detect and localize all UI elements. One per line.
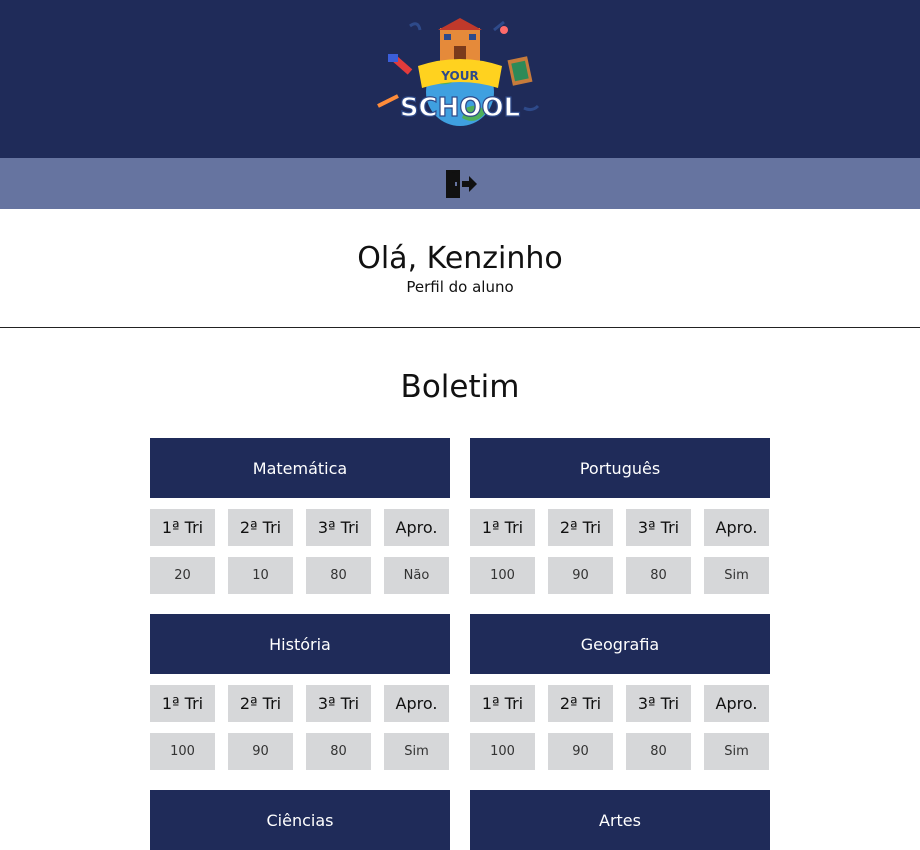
report-title: Boletim (400, 369, 520, 405)
grade-value: 90 (548, 557, 613, 594)
subject-name: Geografia (470, 614, 770, 674)
subject-name: Artes (470, 790, 770, 850)
greeting-section: Olá, Kenzinho Perfil do aluno (0, 209, 920, 328)
grade-values-row: 20 10 80 Não (150, 557, 450, 594)
top-header: YOUR SCHOOL (0, 0, 920, 158)
grade-value: 100 (150, 733, 215, 770)
grade-value: 80 (626, 733, 691, 770)
subject-card: Geografia 1ª Tri 2ª Tri 3ª Tri Apro. 100 90 80 S… (470, 614, 770, 770)
svg-text:SCHOOL: SCHOOL (400, 93, 520, 123)
grade-column-header: 1ª Tri (150, 509, 215, 546)
grade-header-row: 1ª Tri 2ª Tri 3ª Tri Apro. (470, 685, 770, 722)
grade-column-header: 3ª Tri (306, 509, 371, 546)
greeting-title: Olá, Kenzinho (357, 241, 563, 276)
grade-column-header: 2ª Tri (228, 509, 293, 546)
subject-name: Ciências (150, 790, 450, 850)
grade-column-header: 3ª Tri (306, 685, 371, 722)
school-logo: YOUR SCHOOL (377, 18, 540, 126)
logout-button[interactable] (440, 165, 480, 203)
grade-column-header: 2ª Tri (548, 685, 613, 722)
subject-card: Ciências (150, 790, 450, 850)
approval-status: Sim (704, 557, 769, 594)
subject-card: Matemática 1ª Tri 2ª Tri 3ª Tri Apro. 20 10 80 N… (150, 438, 450, 594)
grade-column-header: 2ª Tri (548, 509, 613, 546)
svg-text:YOUR: YOUR (440, 69, 478, 83)
grade-value: 80 (306, 557, 371, 594)
grade-value: 80 (306, 733, 371, 770)
grade-value: 100 (470, 733, 535, 770)
subject-card: História 1ª Tri 2ª Tri 3ª Tri Apro. 100 90 80 Si… (150, 614, 450, 770)
grade-column-header: Apro. (384, 509, 449, 546)
grade-value: 80 (626, 557, 691, 594)
report-grid: Matemática 1ª Tri 2ª Tri 3ª Tri Apro. 20 10 80 N… (150, 438, 770, 850)
subject-card: Artes (470, 790, 770, 850)
grade-column-header: 3ª Tri (626, 509, 691, 546)
grade-column-header: Apro. (384, 685, 449, 722)
approval-status: Sim (384, 733, 449, 770)
subject-name: Português (470, 438, 770, 498)
grade-column-header: Apro. (704, 509, 769, 546)
grade-column-header: 3ª Tri (626, 685, 691, 722)
subject-card: Português 1ª Tri 2ª Tri 3ª Tri Apro. 100 90 80 S… (470, 438, 770, 594)
grade-values-row: 100 90 80 Sim (150, 733, 450, 770)
grade-column-header: 1ª Tri (470, 509, 535, 546)
profile-subtitle: Perfil do aluno (406, 278, 514, 296)
grade-value: 20 (150, 557, 215, 594)
grade-value: 100 (470, 557, 535, 594)
grade-value: 90 (548, 733, 613, 770)
nav-bar (0, 158, 920, 209)
grade-value: 90 (228, 733, 293, 770)
grade-value: 10 (228, 557, 293, 594)
grade-column-header: 1ª Tri (470, 685, 535, 722)
grade-values-row: 100 90 80 Sim (470, 733, 770, 770)
approval-status: Não (384, 557, 449, 594)
grade-values-row: 100 90 80 Sim (470, 557, 770, 594)
subject-name: História (150, 614, 450, 674)
grade-header-row: 1ª Tri 2ª Tri 3ª Tri Apro. (470, 509, 770, 546)
grade-column-header: 1ª Tri (150, 685, 215, 722)
grade-header-row: 1ª Tri 2ª Tri 3ª Tri Apro. (150, 509, 450, 546)
subject-name: Matemática (150, 438, 450, 498)
grade-column-header: 2ª Tri (228, 685, 293, 722)
approval-status: Sim (704, 733, 769, 770)
logout-door-icon (446, 170, 477, 198)
grade-column-header: Apro. (704, 685, 769, 722)
grade-header-row: 1ª Tri 2ª Tri 3ª Tri Apro. (150, 685, 450, 722)
